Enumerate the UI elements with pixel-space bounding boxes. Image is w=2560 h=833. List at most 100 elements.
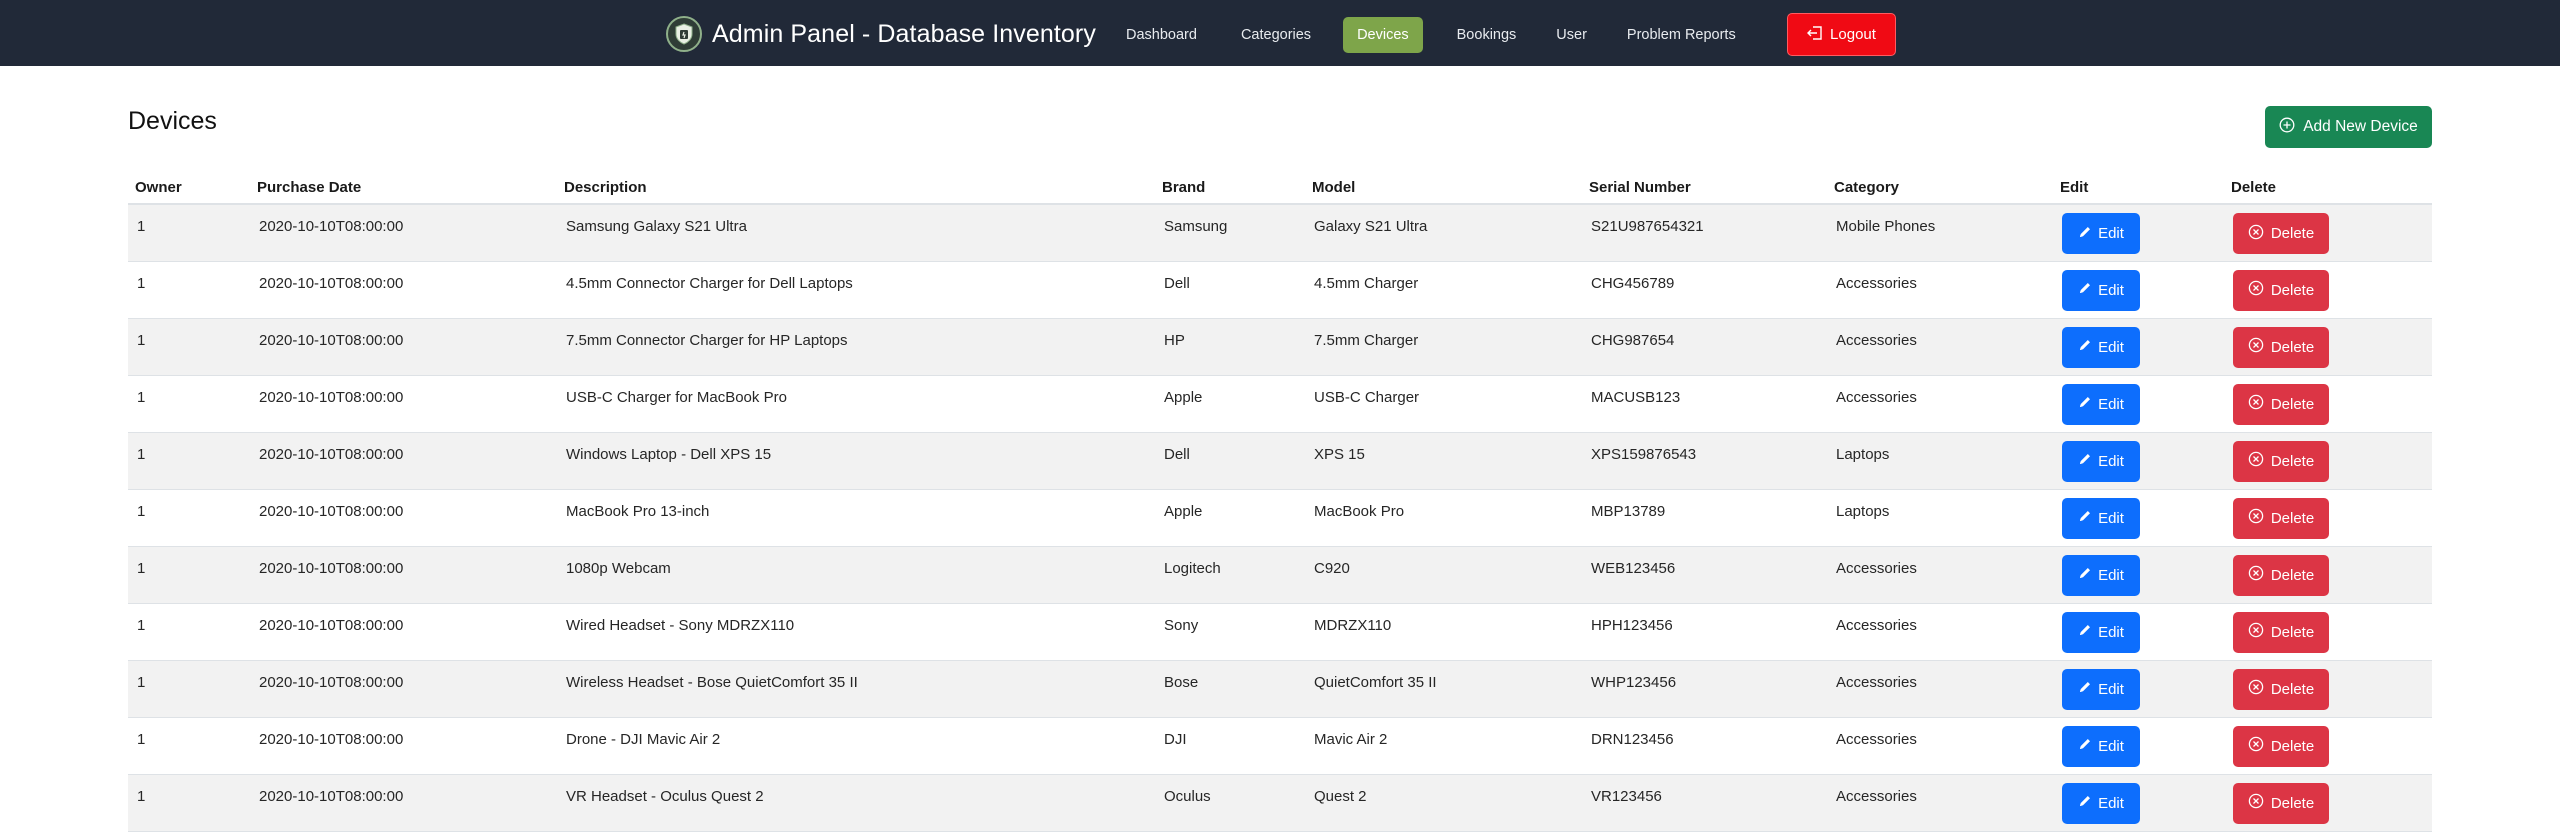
col-edit: Edit [2053,168,2224,205]
delete-label: Delete [2270,281,2315,299]
x-circle-icon [2248,394,2264,414]
delete-label: Delete [2270,680,2315,698]
delete-button[interactable]: Delete [2233,611,2329,653]
edit-button[interactable]: Edit [2062,326,2140,368]
delete-button[interactable]: Delete [2233,725,2329,767]
col-serial-number[interactable]: Serial Number [1582,168,1827,205]
edit-button[interactable]: Edit [2062,668,2140,710]
cell-model: USB-C Charger [1314,388,1420,406]
cell-category: Accessories [1836,616,1917,634]
edit-button[interactable]: Edit [2062,383,2140,425]
col-brand[interactable]: Brand [1155,168,1305,205]
cell-purchase-date: 2020-10-10T08:00:00 [259,616,404,634]
logout-button[interactable]: Logout [1787,13,1896,56]
cell-description: MacBook Pro 13-inch [566,502,710,520]
table-row: 1 2020-10-10T08:00:00 Samsung Galaxy S21 U… [128,204,2432,261]
delete-button[interactable]: Delete [2233,269,2329,311]
edit-button[interactable]: Edit [2062,554,2140,596]
brand[interactable]: Admin Panel - Database Inventory [666,16,1096,52]
cell-description: Drone - DJI Mavic Air 2 [566,730,721,748]
nav-dashboard[interactable]: Dashboard [1112,17,1211,53]
cell-description: VR Headset - Oculus Quest 2 [566,787,764,805]
logout-icon [1807,25,1823,44]
cell-brand: Dell [1164,274,1190,292]
cell-brand: Dell [1164,445,1190,463]
cell-brand: HP [1164,331,1185,349]
nav-categories[interactable]: Categories [1227,17,1325,53]
cell-description: Windows Laptop - Dell XPS 15 [566,445,772,463]
nav-devices[interactable]: Devices [1343,17,1423,53]
devices-table: Owner Purchase Date Description Brand Mo… [128,168,2432,832]
delete-button[interactable]: Delete [2233,440,2329,482]
delete-button[interactable]: Delete [2233,668,2329,710]
delete-button[interactable]: Delete [2233,326,2329,368]
edit-button[interactable]: Edit [2062,782,2140,824]
cell-edit: Edit [2053,204,2224,261]
x-circle-icon [2248,508,2264,528]
col-purchase-date[interactable]: Purchase Date [250,168,557,205]
table-row: 1 2020-10-10T08:00:00 1080p Webcam Logitech… [128,546,2432,603]
cell-description: Samsung Galaxy S21 Ultra [566,218,747,235]
edit-button[interactable]: Edit [2062,213,2140,254]
cell-owner: 1 [137,218,146,235]
cell-category: Accessories [1836,673,1917,691]
cell-delete: Delete [2224,375,2432,432]
cell-serial: WHP123456 [1591,673,1677,691]
table-row: 1 2020-10-10T08:00:00 VR Headset - Oculus … [128,774,2432,831]
cell-purchase-date: 2020-10-10T08:00:00 [259,730,404,748]
col-description[interactable]: Description [557,168,1155,205]
cell-delete: Delete [2224,774,2432,831]
cell-model: MacBook Pro [1314,502,1405,520]
delete-label: Delete [2270,225,2315,242]
x-circle-icon [2248,565,2264,585]
delete-button[interactable]: Delete [2233,554,2329,596]
edit-label: Edit [2098,623,2124,641]
cell-delete: Delete [2224,546,2432,603]
cell-brand: Apple [1164,388,1203,406]
cell-category: Accessories [1836,274,1917,292]
delete-button[interactable]: Delete [2233,497,2329,539]
table-row: 1 2020-10-10T08:00:00 Wired Headset - Sony… [128,603,2432,660]
cell-description: Wireless Headset - Bose QuietComfort 35 … [566,673,858,691]
x-circle-icon [2248,622,2264,642]
cell-model: Mavic Air 2 [1314,730,1388,748]
delete-button[interactable]: Delete [2233,213,2329,254]
cell-owner: 1 [137,274,146,292]
edit-label: Edit [2098,338,2124,356]
delete-button[interactable]: Delete [2233,782,2329,824]
cell-model: XPS 15 [1314,445,1365,463]
cell-serial: XPS159876543 [1591,445,1697,463]
edit-button[interactable]: Edit [2062,725,2140,767]
edit-button[interactable]: Edit [2062,611,2140,653]
nav-bookings[interactable]: Bookings [1443,17,1531,53]
nav-problem-reports[interactable]: Problem Reports [1613,17,1750,53]
cell-model: MDRZX110 [1314,616,1392,634]
cell-owner: 1 [137,331,146,349]
x-circle-icon [2248,337,2264,357]
edit-button[interactable]: Edit [2062,497,2140,539]
cell-owner: 1 [137,730,146,748]
table-row: 1 2020-10-10T08:00:00 7.5mm Connector Char… [128,318,2432,375]
col-owner[interactable]: Owner [128,168,250,205]
delete-button[interactable]: Delete [2233,383,2329,425]
nav-user[interactable]: User [1542,17,1601,53]
cell-delete: Delete [2224,660,2432,717]
cell-purchase-date: 2020-10-10T08:00:00 [259,388,404,406]
col-model[interactable]: Model [1305,168,1582,205]
cell-owner: 1 [137,559,146,577]
cell-owner: 1 [137,616,146,634]
add-device-button[interactable]: Add New Device [2265,106,2432,148]
cell-owner: 1 [137,787,146,805]
cell-owner: 1 [137,388,146,406]
pencil-icon [2078,623,2092,641]
pencil-icon [2078,680,2092,698]
table-body: 1 2020-10-10T08:00:00 Samsung Galaxy S21 U… [128,204,2432,831]
edit-button[interactable]: Edit [2062,269,2140,311]
col-category[interactable]: Category [1827,168,2053,205]
table-row: 1 2020-10-10T08:00:00 MacBook Pro 13-inch A… [128,489,2432,546]
cell-owner: 1 [137,502,146,520]
cell-delete: Delete [2224,261,2432,318]
edit-button[interactable]: Edit [2062,440,2140,482]
cell-brand: Oculus [1164,787,1211,805]
table-row: 1 2020-10-10T08:00:00 Wireless Headset - B… [128,660,2432,717]
